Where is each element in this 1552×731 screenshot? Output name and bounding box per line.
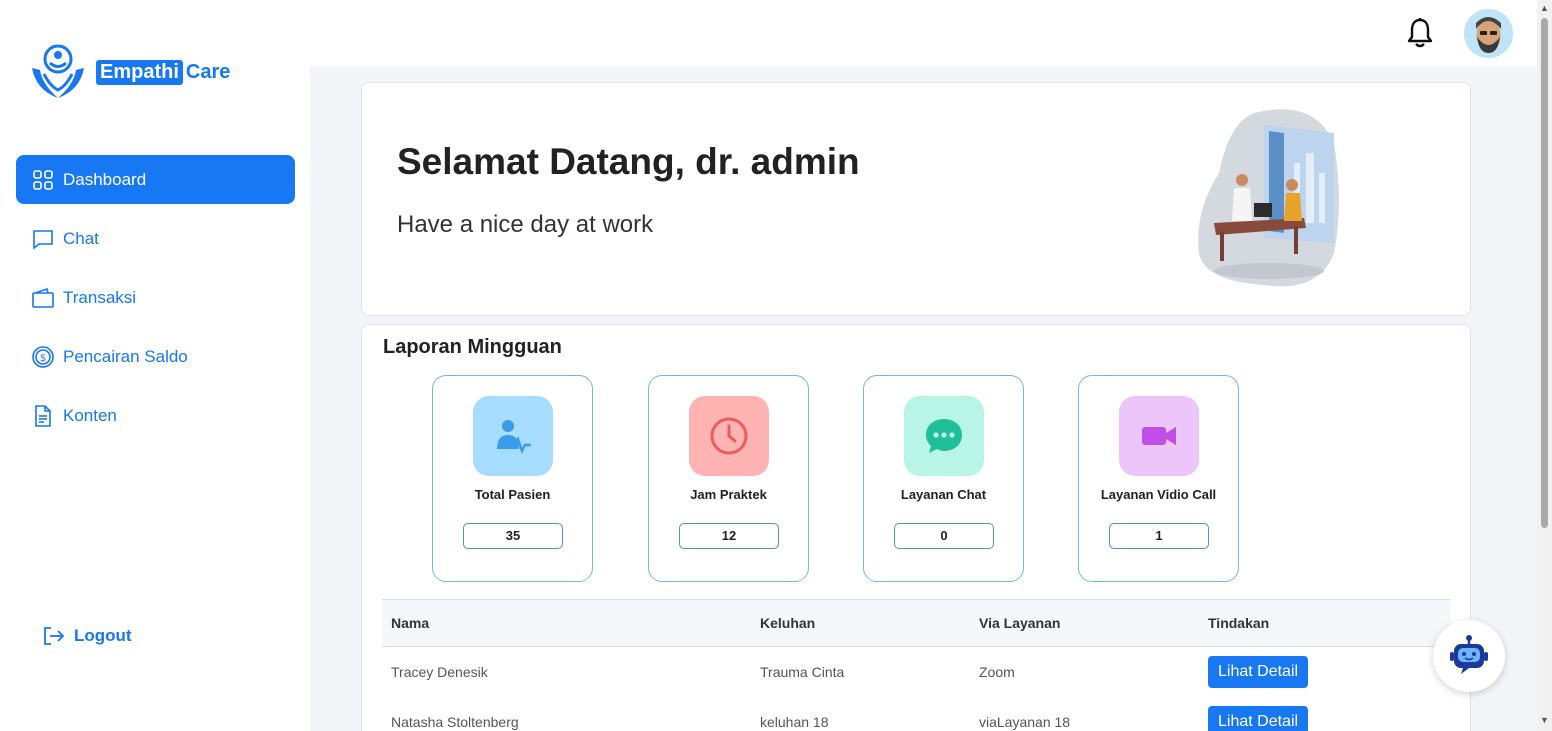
brand-name-part2: Care — [185, 60, 231, 83]
welcome-subtitle: Have a nice day at work — [397, 211, 654, 238]
table-row: Tracey Denesik Trauma Cinta Zoom Lihat D… — [382, 647, 1450, 697]
brand-logo[interactable]: Empathi Care — [28, 42, 230, 102]
sidebar-item-chat[interactable]: Chat — [16, 214, 295, 263]
logo-icon — [32, 44, 84, 98]
svg-text:$: $ — [40, 353, 46, 364]
clock-icon — [689, 396, 769, 476]
report-title: Laporan Mingguan — [383, 336, 562, 358]
table-row: Natasha Stoltenberg keluhan 18 viaLayana… — [382, 697, 1450, 731]
logout-button[interactable]: Logout — [42, 624, 132, 648]
welcome-card: Selamat Datang, dr. admin Have a nice da… — [361, 82, 1471, 316]
dollar-icon: $ — [32, 345, 54, 368]
grid-icon — [32, 169, 54, 191]
stat-card-layanan-vidio-call: Layanan Vidio Call 1 — [1078, 375, 1239, 582]
header-via-layanan: Via Layanan — [979, 615, 1061, 631]
logout-icon — [44, 627, 65, 645]
avatar[interactable] — [1464, 9, 1513, 58]
sidebar: Empathi Care Dashboard Chat Transaksi $ … — [0, 0, 310, 731]
sidebar-item-label: Chat — [63, 228, 99, 248]
logout-label: Logout — [74, 626, 132, 645]
weekly-report-card: Laporan Mingguan Total Pasien 35 Jam Pra… — [361, 324, 1471, 731]
lihat-detail-button[interactable]: Lihat Detail — [1208, 706, 1309, 731]
cell-nama: Tracey Denesik — [391, 664, 488, 680]
stat-label: Jam Praktek — [690, 487, 767, 502]
chat-bubble-icon — [904, 396, 984, 476]
cell-keluhan: Trauma Cinta — [760, 664, 845, 680]
chat-icon — [32, 228, 54, 250]
sidebar-nav: Dashboard Chat Transaksi $ Pencairan Sal… — [16, 155, 295, 450]
action-cell: Lihat Detail — [1208, 647, 1309, 697]
stat-value: 35 — [463, 523, 563, 549]
main-content: Selamat Datang, dr. admin Have a nice da… — [310, 66, 1537, 731]
stat-card-layanan-chat: Layanan Chat 0 — [863, 375, 1024, 582]
action-cell: Lihat Detail — [1208, 697, 1309, 731]
sidebar-item-label: Dashboard — [63, 169, 147, 189]
stat-label: Layanan Chat — [900, 487, 987, 502]
patient-icon — [473, 396, 553, 476]
page-scrollbar[interactable]: ▲ ▼ — [1537, 0, 1552, 731]
sidebar-item-konten[interactable]: Konten — [16, 391, 295, 440]
sidebar-item-label: Konten — [63, 405, 117, 425]
stat-value: 1 — [1109, 523, 1209, 549]
scroll-up-arrow-icon[interactable]: ▲ — [1540, 3, 1549, 13]
stat-label: Layanan Vidio Call — [1100, 487, 1217, 502]
sidebar-item-dashboard[interactable]: Dashboard — [16, 155, 295, 204]
scrollbar-thumb[interactable] — [1541, 18, 1548, 528]
lihat-detail-button[interactable]: Lihat Detail — [1208, 656, 1309, 688]
patient-table: Nama Keluhan Via Layanan Tindakan Tracey… — [382, 599, 1450, 731]
header-keluhan: Keluhan — [760, 615, 816, 631]
robot-icon — [1450, 635, 1488, 674]
cell-via-layanan: Zoom — [979, 664, 1015, 680]
stat-value: 12 — [679, 523, 779, 549]
wallet-icon — [32, 287, 54, 309]
sidebar-item-pencairan-saldo[interactable]: $ Pencairan Saldo — [16, 332, 295, 381]
video-icon — [1119, 396, 1199, 476]
table-header: Nama Keluhan Via Layanan Tindakan — [382, 599, 1450, 647]
scroll-down-arrow-icon[interactable]: ▼ — [1540, 715, 1549, 725]
sidebar-item-label: Transaksi — [63, 287, 137, 307]
sidebar-item-transaksi[interactable]: Transaksi — [16, 273, 295, 322]
chatbot-button[interactable] — [1433, 620, 1505, 692]
header-tindakan: Tindakan — [1208, 615, 1270, 631]
stat-label: Total Pasien — [474, 487, 551, 502]
cell-nama: Natasha Stoltenberg — [391, 714, 519, 730]
welcome-title: Selamat Datang, dr. admin — [397, 141, 860, 182]
cell-keluhan: keluhan 18 — [760, 714, 829, 730]
bell-icon[interactable] — [1405, 17, 1435, 49]
sidebar-item-label: Pencairan Saldo — [63, 346, 188, 366]
office-illustration — [1198, 109, 1339, 287]
document-icon — [32, 404, 54, 427]
user-avatar-icon — [1464, 9, 1513, 58]
stat-card-jam-praktek: Jam Praktek 12 — [648, 375, 809, 582]
header-nama: Nama — [391, 615, 430, 631]
brand-name-part1: Empathi — [96, 59, 183, 85]
cell-via-layanan: viaLayanan 18 — [979, 714, 1071, 730]
stat-card-total-pasien: Total Pasien 35 — [432, 375, 593, 582]
stat-value: 0 — [894, 523, 994, 549]
